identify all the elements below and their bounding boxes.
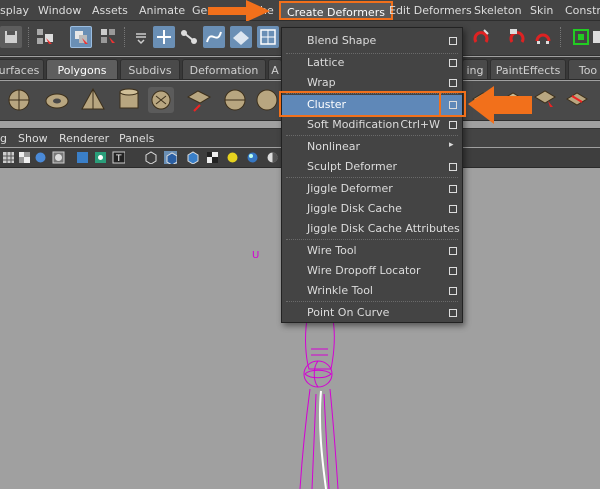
callout-arrow-option-icon xyxy=(468,86,532,124)
select-hierarchy-icon[interactable] xyxy=(34,26,56,48)
construction-history-icon[interactable] xyxy=(570,26,592,48)
panel-menu-show[interactable]: Show xyxy=(18,132,48,145)
checker-display-icon[interactable] xyxy=(18,151,31,164)
create-deformers-dropdown: Blend Shape Lattice Wrap Cluster Soft Mo… xyxy=(281,27,463,323)
panel-menu-lighting[interactable]: g xyxy=(0,132,7,145)
menu-assets[interactable]: Assets xyxy=(92,4,128,17)
option-box-icon[interactable] xyxy=(449,309,457,317)
poly-pyramid-icon[interactable] xyxy=(80,87,106,113)
shadows-icon[interactable] xyxy=(266,151,279,164)
select-by-joint-icon[interactable] xyxy=(178,26,200,48)
select-by-curve-icon[interactable] xyxy=(203,26,225,48)
menu-skeleton[interactable]: Skeleton xyxy=(474,4,522,17)
menu-item-wrinkle-tool[interactable]: Wrinkle Tool xyxy=(282,281,462,301)
textured-icon[interactable] xyxy=(76,151,89,164)
poly-plane-icon[interactable] xyxy=(186,87,212,113)
select-object-icon[interactable] xyxy=(70,26,92,48)
tab-polygons[interactable]: Polygons xyxy=(46,59,118,79)
menu-separator xyxy=(286,135,458,136)
poly-append-icon[interactable] xyxy=(532,87,558,113)
menu-separator xyxy=(286,177,458,178)
tab-animation[interactable]: A xyxy=(268,59,282,79)
grid-icon[interactable] xyxy=(2,151,15,164)
toolbar-separator xyxy=(28,27,30,47)
panel-menu-renderer[interactable]: Renderer xyxy=(59,132,109,145)
toolbar-separator xyxy=(124,27,126,47)
select-by-handle-icon[interactable] xyxy=(153,26,175,48)
select-component-icon[interactable] xyxy=(98,26,120,48)
menu-display[interactable]: splay xyxy=(0,4,29,17)
menu-item-soft-modification[interactable]: Soft Modification Ctrl+W xyxy=(282,115,462,135)
poly-separate-icon[interactable] xyxy=(254,87,280,113)
menu-item-sculpt-deformer[interactable]: Sculpt Deformer xyxy=(282,157,462,177)
poly-cylinder-icon[interactable] xyxy=(116,87,142,113)
xray-icon[interactable]: T xyxy=(112,151,125,164)
tab-toon[interactable]: Too xyxy=(568,59,600,79)
menu-item-wire-dropoff-locator[interactable]: Wire Dropoff Locator xyxy=(282,261,462,281)
menu-item-wire-tool[interactable]: Wire Tool xyxy=(282,241,462,261)
option-box-icon[interactable] xyxy=(449,205,457,213)
select-by-deformation-icon[interactable] xyxy=(257,26,279,48)
poly-torus-icon[interactable] xyxy=(44,87,70,113)
tab-deformation[interactable]: Deformation xyxy=(182,59,266,79)
menu-item-wrap[interactable]: Wrap xyxy=(282,73,462,93)
menu-item-jiggle-disk-cache-attributes[interactable]: Jiggle Disk Cache Attributes xyxy=(282,219,462,239)
main-menu-bar: splay Window Assets Animate Geo he Creat… xyxy=(0,0,600,21)
shaded-cube-icon[interactable] xyxy=(164,151,177,164)
toolbar-separator xyxy=(560,27,562,47)
render-current-frame-icon[interactable] xyxy=(590,26,600,48)
menu-item-blend-shape[interactable]: Blend Shape xyxy=(282,31,462,51)
use-all-lights-icon[interactable] xyxy=(94,151,107,164)
option-box-icon[interactable] xyxy=(449,121,457,129)
menu-constrain[interactable]: Constra xyxy=(565,4,600,17)
snap-to-point-icon[interactable] xyxy=(470,26,492,48)
option-box-icon[interactable] xyxy=(449,59,457,67)
svg-text:T: T xyxy=(115,154,122,164)
menu-create-deformers[interactable]: Create Deformers xyxy=(279,1,393,20)
menu-separator xyxy=(286,301,458,302)
tab-rendering[interactable]: ing xyxy=(462,59,488,79)
save-scene-icon[interactable] xyxy=(0,26,22,48)
tab-surfaces[interactable]: urfaces xyxy=(0,59,44,79)
wireframe-cube-icon[interactable] xyxy=(144,151,157,164)
default-lighting-icon[interactable] xyxy=(226,151,239,164)
menu-item-point-on-curve[interactable]: Point On Curve xyxy=(282,303,462,323)
tab-painteffects[interactable]: PaintEffects xyxy=(490,59,566,79)
option-box-icon[interactable] xyxy=(449,37,457,45)
menu-item-nonlinear[interactable]: Nonlinear ▸ xyxy=(282,137,462,157)
menu-window[interactable]: Window xyxy=(38,4,81,17)
collapse-icon[interactable] xyxy=(130,26,152,48)
menu-item-lattice[interactable]: Lattice xyxy=(282,53,462,73)
option-box-icon[interactable] xyxy=(449,185,457,193)
option-box-icon[interactable] xyxy=(449,247,457,255)
poly-combine-icon[interactable] xyxy=(222,87,248,113)
menu-item-jiggle-deformer[interactable]: Jiggle Deformer xyxy=(282,179,462,199)
viewport-marker-label: U xyxy=(252,250,259,261)
make-live-icon[interactable] xyxy=(532,26,554,48)
menu-separator xyxy=(286,239,458,240)
tab-subdivs[interactable]: Subdivs xyxy=(120,59,180,79)
textured-cube-icon[interactable] xyxy=(186,151,199,164)
smooth-shade-icon[interactable] xyxy=(34,151,47,164)
checker-texture-icon[interactable] xyxy=(206,151,219,164)
menu-item-jiggle-disk-cache[interactable]: Jiggle Disk Cache xyxy=(282,199,462,219)
snap-to-view-plane-icon[interactable] xyxy=(506,26,528,48)
poly-soccer-ball-icon[interactable] xyxy=(148,87,174,113)
option-box-icon[interactable] xyxy=(449,163,457,171)
poly-sphere-icon[interactable] xyxy=(6,87,32,113)
submenu-arrow-icon: ▸ xyxy=(449,140,454,150)
all-lights-icon[interactable] xyxy=(246,151,259,164)
select-by-surface-icon[interactable] xyxy=(230,26,252,48)
menu-animate[interactable]: Animate xyxy=(139,4,185,17)
option-box-icon[interactable] xyxy=(449,287,457,295)
wireframe-on-shaded-icon[interactable] xyxy=(52,151,65,164)
menu-skin[interactable]: Skin xyxy=(530,4,553,17)
poly-split-icon[interactable] xyxy=(564,87,590,113)
cluster-option-highlight-box xyxy=(439,91,466,117)
panel-menu-panels[interactable]: Panels xyxy=(119,132,154,145)
menu-edit-deformers[interactable]: Edit Deformers xyxy=(389,4,472,17)
cluster-highlight-box xyxy=(279,91,466,117)
option-box-icon[interactable] xyxy=(449,267,457,275)
option-box-icon[interactable] xyxy=(449,79,457,87)
